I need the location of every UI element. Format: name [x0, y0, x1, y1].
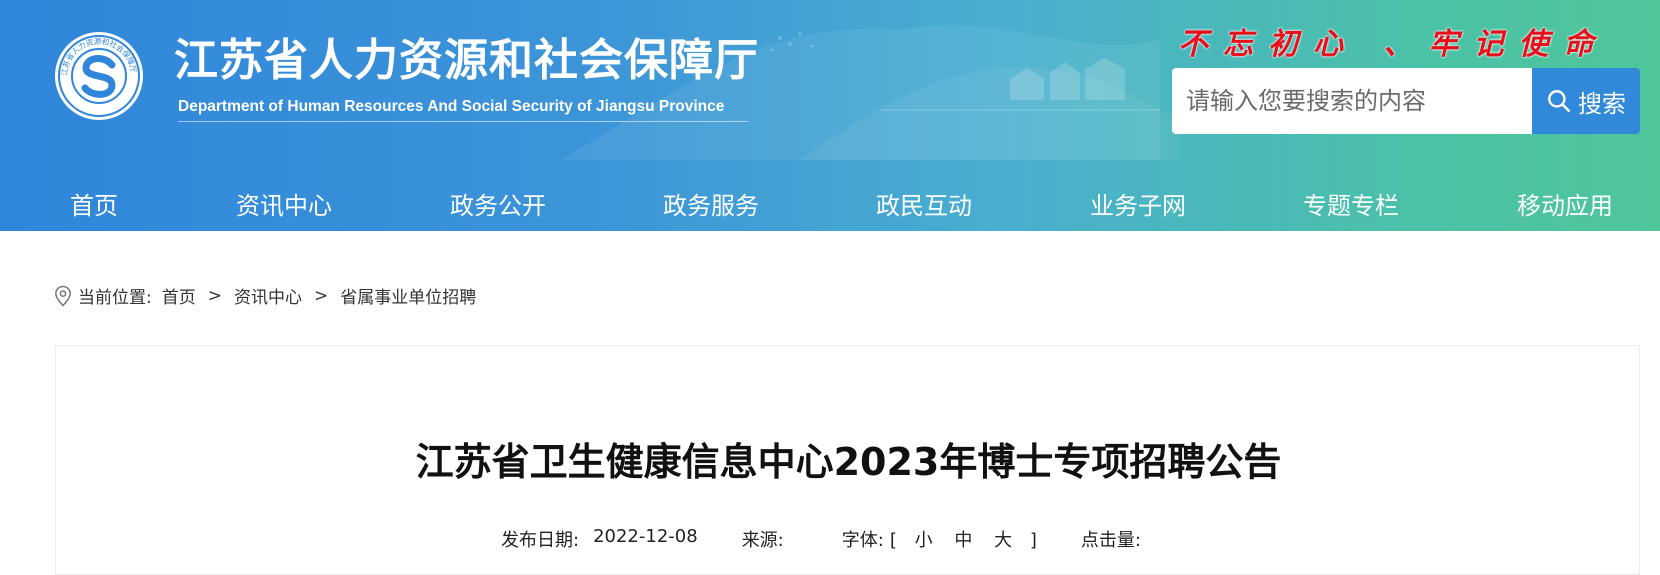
article-title: 江苏省卫生健康信息中心2023年博士专项招聘公告 — [415, 440, 1282, 484]
nav-item-home[interactable]: 首页 — [70, 186, 118, 221]
search-button-label: 搜索 — [1578, 89, 1626, 118]
breadcrumb-prefix: 当前位置: — [78, 288, 152, 308]
breadcrumb-separator: > — [207, 285, 222, 306]
logo-emblem[interactable]: 江苏省人力资源和社会保障厅 — [54, 31, 144, 121]
main-nav: 首页 资讯中心 政务公开 政务服务 政民互动 业务子网 专题专栏 移动应用 — [0, 170, 1660, 230]
nav-item-mobile-apps[interactable]: 移动应用 — [1517, 186, 1613, 221]
source-label: 来源: — [741, 530, 784, 551]
nav-item-news-center[interactable]: 资讯中心 — [236, 186, 332, 221]
publish-date: 2022-12-08 — [593, 526, 698, 547]
breadcrumb-home[interactable]: 首页 — [162, 283, 196, 308]
location-pin-icon — [55, 285, 71, 307]
font-size-small-button[interactable]: 小 — [915, 526, 933, 552]
click-count-label: 点击量: — [1080, 530, 1141, 551]
font-size-switcher: [ 小 中 大 ] — [890, 526, 1037, 552]
subtitle-divider — [178, 121, 748, 122]
search-button[interactable]: 搜索 — [1532, 68, 1640, 134]
search-box — [1172, 68, 1532, 134]
nav-item-government-affairs-disclosure[interactable]: 政务公开 — [450, 186, 546, 221]
breadcrumb-current[interactable]: 省属事业单位招聘 — [340, 283, 476, 308]
site-header: 江苏省人力资源和社会保障厅 江苏省人力资源和社会保障厅 Department o… — [0, 0, 1660, 231]
font-size-bracket-open: [ — [889, 530, 897, 551]
search-icon — [1548, 90, 1571, 113]
site-title: 江苏省人力资源和社会保障厅 — [174, 35, 759, 86]
nav-item-public-interaction[interactable]: 政民互动 — [876, 186, 972, 221]
font-size-label: 字体: — [841, 530, 884, 551]
article-meta: 发布日期: 2022-12-08 来源: 字体: [ 小 中 大 ] 点击量: — [501, 526, 1141, 552]
article-card: 江苏省卫生健康信息中心2023年博士专项招聘公告 发布日期: 2022-12-0… — [55, 345, 1640, 575]
site-subtitle: Department of Human Resources And Social… — [178, 98, 725, 115]
source-value — [790, 526, 842, 552]
font-size-large-button[interactable]: 大 — [994, 526, 1012, 552]
nav-item-special-topics[interactable]: 专题专栏 — [1303, 186, 1399, 221]
nav-item-business-subsites[interactable]: 业务子网 — [1090, 186, 1186, 221]
breadcrumb: 当前位置: 首页 > 资讯中心 > 省属事业单位招聘 — [54, 283, 476, 308]
slogan: 不忘初心 、牢记使命 — [1178, 27, 1609, 62]
nav-item-government-services[interactable]: 政务服务 — [663, 186, 759, 221]
breadcrumb-separator: > — [313, 285, 329, 306]
breadcrumb-news-center[interactable]: 资讯中心 — [234, 283, 302, 308]
search-input[interactable] — [1172, 68, 1532, 134]
font-size-bracket-close: ] — [1029, 530, 1037, 551]
publish-date-label: 发布日期: — [501, 530, 580, 551]
font-size-medium-button[interactable]: 中 — [954, 526, 972, 552]
